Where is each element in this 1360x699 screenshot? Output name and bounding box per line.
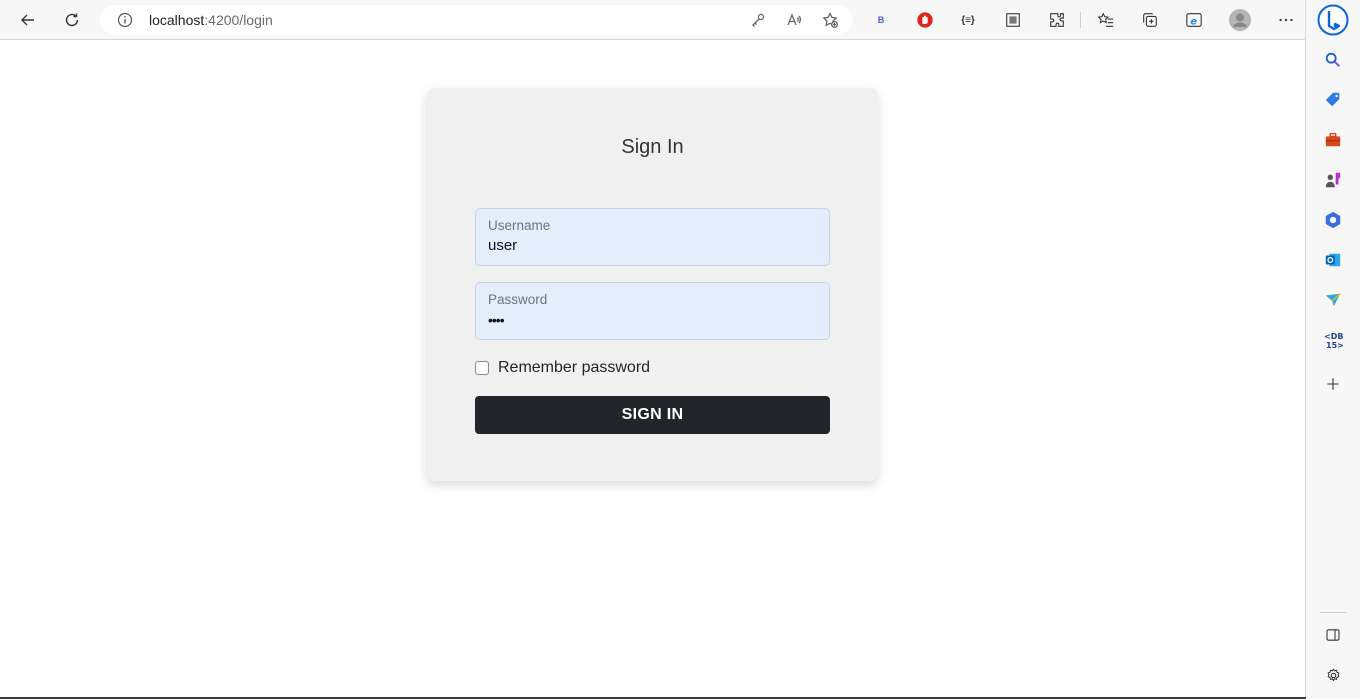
password-input[interactable]: •••• [488, 312, 505, 328]
page-title: Sign In [621, 136, 684, 158]
info-icon[interactable] [116, 11, 134, 29]
add-icon[interactable] [1323, 374, 1343, 394]
ie-mode-icon[interactable]: e [1184, 10, 1204, 30]
username-input[interactable]: user [488, 237, 517, 254]
sign-in-button[interactable]: SIGN IN [475, 396, 830, 434]
browser-toolbar: localhost:4200/login B {≡} e [0, 0, 1306, 40]
screenshot-icon[interactable] [1003, 10, 1023, 30]
settings-gear-icon[interactable] [1323, 665, 1343, 685]
url-text[interactable]: localhost:4200/login [149, 12, 273, 28]
toolbar-divider [1080, 12, 1081, 28]
remember-password-row[interactable]: Remember password [475, 359, 650, 377]
extensions-icon[interactable] [1047, 10, 1067, 30]
outlook-icon[interactable] [1323, 250, 1343, 270]
bing-icon[interactable] [1317, 4, 1349, 36]
games-icon[interactable] [1323, 170, 1343, 190]
extension-b-icon[interactable]: B [871, 10, 891, 30]
adblock-icon[interactable] [915, 10, 935, 30]
svg-text:<DB: <DB [1324, 332, 1343, 341]
back-arrow-icon[interactable] [14, 6, 42, 34]
favorites-icon[interactable] [1096, 10, 1116, 30]
remember-password-checkbox[interactable] [475, 361, 489, 375]
read-aloud-icon[interactable] [784, 10, 804, 30]
profile-avatar[interactable] [1228, 8, 1252, 32]
refresh-icon[interactable] [58, 6, 86, 34]
search-icon[interactable] [1323, 50, 1343, 70]
add-favorite-icon[interactable] [820, 10, 840, 30]
key-icon[interactable] [748, 10, 768, 30]
login-card: Sign In Username user Password •••• Reme… [427, 88, 878, 481]
password-label: Password [488, 292, 548, 307]
remember-password-label[interactable]: Remember password [498, 359, 650, 377]
sidebar-toggle-icon[interactable] [1323, 625, 1343, 645]
send-icon[interactable] [1323, 290, 1343, 310]
tools-icon[interactable] [1323, 130, 1343, 150]
url-path: :4200/login [204, 12, 273, 28]
office-icon[interactable] [1323, 210, 1343, 230]
password-field[interactable]: Password •••• [475, 282, 830, 340]
url-host: localhost [149, 12, 205, 28]
more-menu-icon[interactable] [1276, 10, 1296, 30]
username-field[interactable]: Username user [475, 208, 830, 266]
svg-text:15>: 15> [1326, 341, 1343, 350]
svg-text:e: e [1190, 17, 1197, 28]
sidebar-divider [1320, 612, 1346, 613]
db-icon[interactable]: <DB 15> [1323, 330, 1343, 350]
collections-icon[interactable] [1140, 10, 1160, 30]
username-label: Username [488, 218, 551, 233]
edge-sidebar: <DB 15> [1305, 0, 1360, 699]
json-viewer-icon[interactable]: {≡} [958, 10, 978, 30]
shopping-tag-icon[interactable] [1323, 90, 1343, 110]
address-bar[interactable]: localhost:4200/login [100, 5, 853, 35]
